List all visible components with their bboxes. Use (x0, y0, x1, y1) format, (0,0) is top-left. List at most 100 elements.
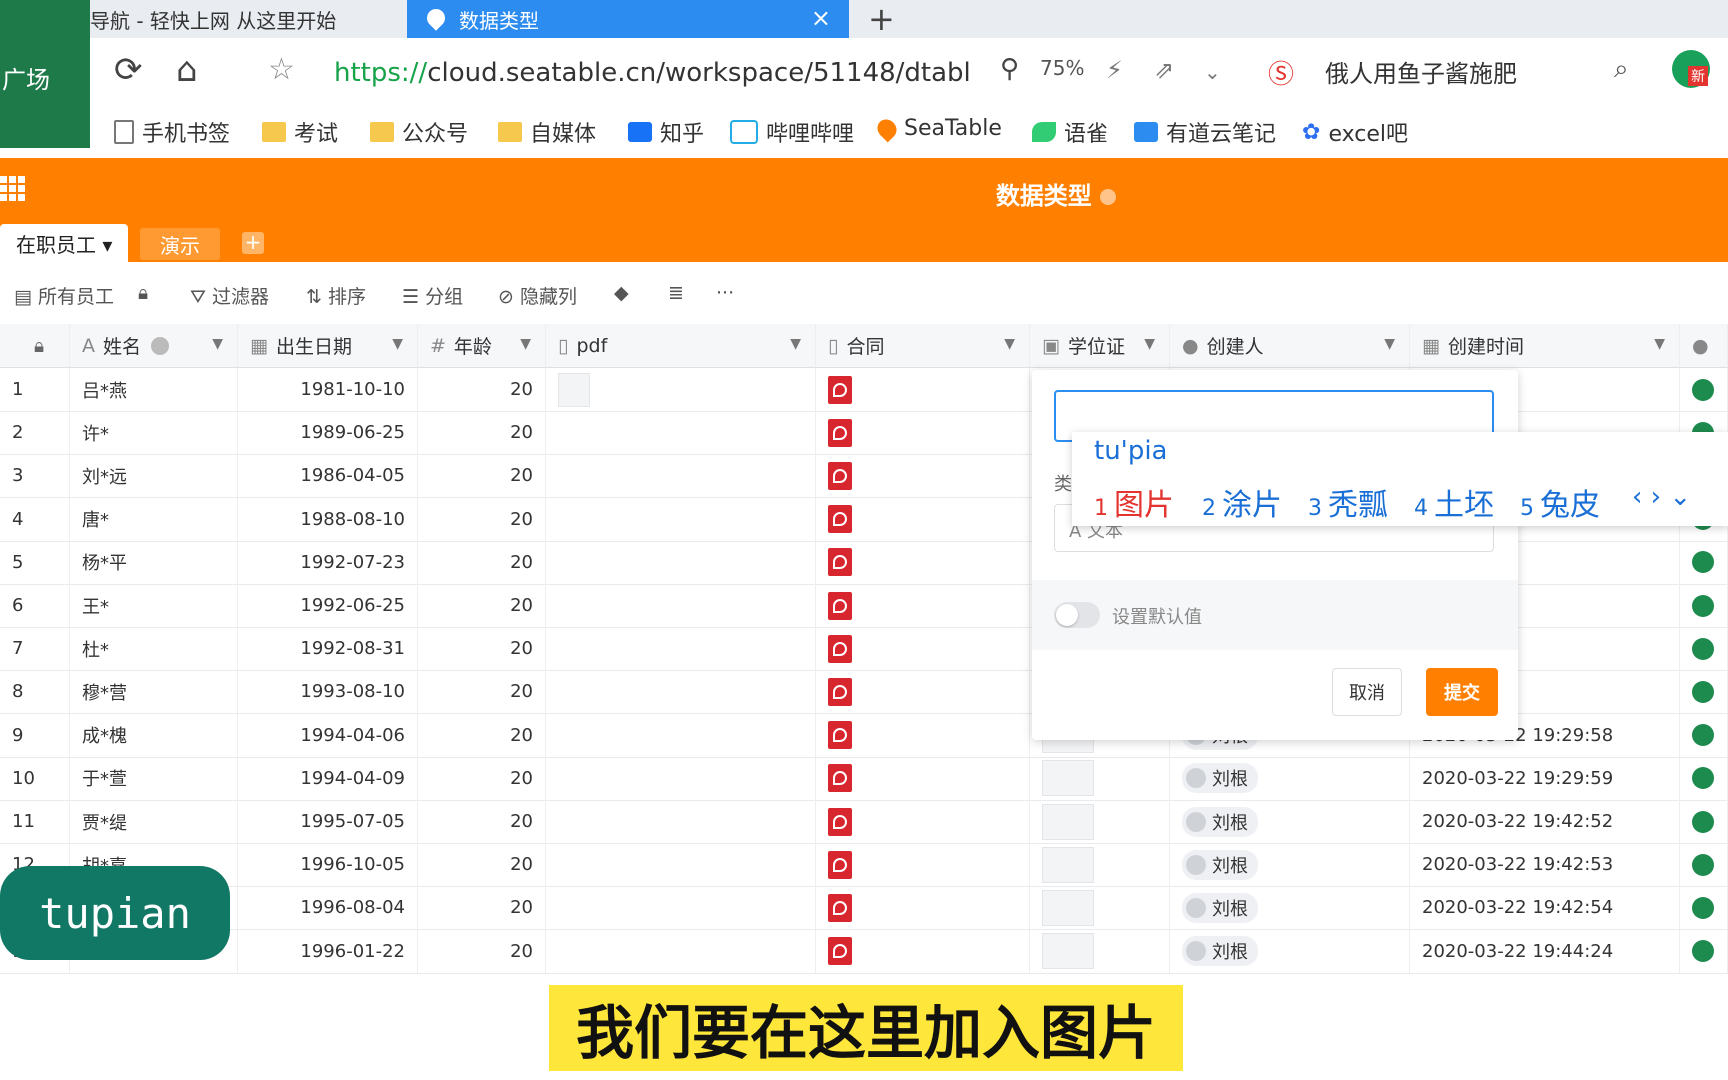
default-value-toggle[interactable] (1054, 602, 1100, 628)
pdf-cell[interactable] (546, 411, 816, 455)
chevron-down-icon[interactable]: ▼ (212, 336, 223, 352)
table-row[interactable]: 10 于*萱 1994-04-09 20 刘根 2020-03-22 19:29:59 (0, 756, 1728, 801)
group-button[interactable]: ☰ 分组 (402, 282, 463, 309)
filter-button[interactable]: ⛛ 过滤器 (190, 282, 269, 309)
pdf-file-icon[interactable] (828, 634, 852, 663)
file-thumbnail[interactable] (558, 372, 590, 407)
view-tab-active[interactable]: 在职员工 ▾ (0, 224, 128, 262)
age-cell[interactable]: 20 (418, 756, 546, 800)
share-icon[interactable]: ⇗ (1154, 56, 1174, 84)
name-cell[interactable]: 成*槐 (70, 713, 238, 757)
name-cell[interactable]: 杨*平 (70, 540, 238, 584)
pdf-cell[interactable] (546, 713, 816, 757)
view-tab-demo[interactable]: 演示 (140, 228, 220, 260)
table-row[interactable]: 11 贾*缇 1995-07-05 20 刘根 2020-03-22 19:42:52 (0, 800, 1728, 844)
column-header-dob[interactable]: ▦ 出生日期 ▼ (238, 324, 418, 368)
contract-cell[interactable] (816, 368, 1030, 411)
age-cell[interactable]: 20 (418, 843, 546, 887)
pdf-cell[interactable] (546, 454, 816, 498)
pdf-cell[interactable] (546, 756, 816, 800)
image-thumbnail[interactable] (1042, 933, 1094, 970)
ime-candidate[interactable]: 2 涂片 (1202, 480, 1282, 524)
dob-cell[interactable]: 1993-08-10 (238, 670, 418, 714)
table-row[interactable]: 12胡*嘉1996-10-0520刘根2020-03-22 19:42:53 (0, 843, 1728, 888)
bookmark-youdao[interactable]: 有道云笔记 (1134, 116, 1276, 148)
column-header-diploma[interactable]: ▣ 学位证 ▼ (1030, 324, 1170, 368)
name-cell[interactable]: 贾*缇 (70, 800, 238, 843)
contract-cell[interactable] (816, 411, 1030, 455)
chevron-down-icon[interactable]: ▼ (1384, 336, 1395, 352)
pdf-cell[interactable] (546, 627, 816, 671)
chevron-down-icon[interactable]: ▼ (1004, 336, 1015, 352)
contract-cell[interactable] (816, 756, 1030, 800)
lightning-icon[interactable]: ⚡ (1106, 56, 1123, 84)
chevron-down-icon[interactable]: ▼ (520, 336, 531, 352)
age-cell[interactable]: 20 (418, 497, 546, 541)
dob-cell[interactable]: 1986-04-05 (238, 454, 418, 498)
diploma-cell[interactable] (1030, 886, 1170, 930)
image-thumbnail[interactable] (1042, 760, 1094, 797)
pdf-file-icon[interactable] (828, 505, 852, 534)
column-header-name[interactable]: A 姓名 ▼ (70, 324, 238, 368)
name-cell[interactable]: 穆*营 (70, 670, 238, 714)
bookmark-yuque[interactable]: 语雀 (1032, 116, 1108, 148)
column-header-contract[interactable]: ▯ 合同 ▼ (816, 324, 1030, 368)
table-row[interactable]: 141996-01-2220刘根2020-03-22 19:44:24 (0, 929, 1728, 974)
pdf-cell[interactable] (546, 670, 816, 714)
reload-icon[interactable]: ⟳ (114, 50, 143, 90)
pdf-cell[interactable] (546, 800, 816, 843)
image-thumbnail[interactable] (1042, 846, 1094, 883)
sogou-icon[interactable]: Ⓢ (1268, 54, 1294, 91)
view-selector[interactable]: ▤ 所有员工 (14, 282, 114, 309)
dob-cell[interactable]: 1994-04-06 (238, 713, 418, 757)
bookmark-bilibili[interactable]: 哔哩哔哩 (730, 116, 854, 148)
pdf-cell[interactable] (546, 584, 816, 627)
dob-cell[interactable]: 1996-08-04 (238, 886, 418, 930)
star-icon[interactable]: ☆ (268, 52, 295, 87)
diploma-cell[interactable] (1030, 929, 1170, 973)
contract-cell[interactable] (816, 929, 1030, 973)
pdf-cell[interactable] (546, 886, 816, 930)
dob-cell[interactable]: 1988-08-10 (238, 497, 418, 541)
paint-bucket-icon[interactable]: ◆ (614, 282, 629, 304)
dob-cell[interactable]: 1992-07-23 (238, 540, 418, 584)
contract-cell[interactable] (816, 843, 1030, 887)
chevron-down-icon[interactable]: ⌄ (1204, 60, 1221, 84)
url-field[interactable]: https://cloud.seatable.cn/workspace/5114… (334, 52, 969, 89)
contract-cell[interactable] (816, 800, 1030, 843)
age-cell[interactable]: 20 (418, 713, 546, 757)
pdf-file-icon[interactable] (828, 418, 852, 447)
pdf-file-icon[interactable] (828, 850, 852, 879)
diploma-cell[interactable] (1030, 756, 1170, 800)
name-cell[interactable]: 许* (70, 411, 238, 455)
contract-cell[interactable] (816, 540, 1030, 584)
ime-candidate[interactable]: 1 图片 (1094, 480, 1174, 524)
column-header-more[interactable]: ● (1680, 324, 1728, 368)
contract-cell[interactable] (816, 584, 1030, 627)
age-cell[interactable]: 20 (418, 800, 546, 843)
pdf-file-icon[interactable] (828, 893, 852, 922)
image-thumbnail[interactable] (1042, 889, 1094, 926)
hide-columns-button[interactable]: ⊘ 隐藏列 (498, 282, 577, 309)
ime-candidate[interactable]: 4 土坯 (1414, 480, 1494, 524)
age-cell[interactable]: 20 (418, 886, 546, 930)
sort-button[interactable]: ⇅ 排序 (306, 282, 366, 309)
pdf-cell[interactable] (546, 368, 816, 411)
zoom-icon[interactable]: ⚲ (1000, 54, 1019, 84)
browser-avatar[interactable]: 新 (1672, 50, 1710, 88)
help-icon[interactable] (151, 336, 170, 355)
name-cell[interactable]: 杜* (70, 627, 238, 671)
image-thumbnail[interactable] (1042, 803, 1094, 840)
contract-cell[interactable] (816, 670, 1030, 714)
table-row[interactable]: 131996-08-0420刘根2020-03-22 19:42:54 (0, 886, 1728, 931)
pdf-cell[interactable] (546, 497, 816, 541)
dob-cell[interactable]: 1994-04-09 (238, 756, 418, 800)
pdf-file-icon[interactable] (828, 764, 852, 793)
dob-cell[interactable]: 1989-06-25 (238, 411, 418, 455)
row-height-icon[interactable]: ≣ (668, 282, 684, 304)
search-icon[interactable]: ⌕ (1614, 54, 1629, 85)
pdf-file-icon[interactable] (828, 461, 852, 490)
cancel-button[interactable]: 取消 (1332, 668, 1402, 716)
name-cell[interactable]: 王* (70, 584, 238, 627)
column-header-pdf[interactable]: ▯ pdf ▼ (546, 324, 816, 368)
